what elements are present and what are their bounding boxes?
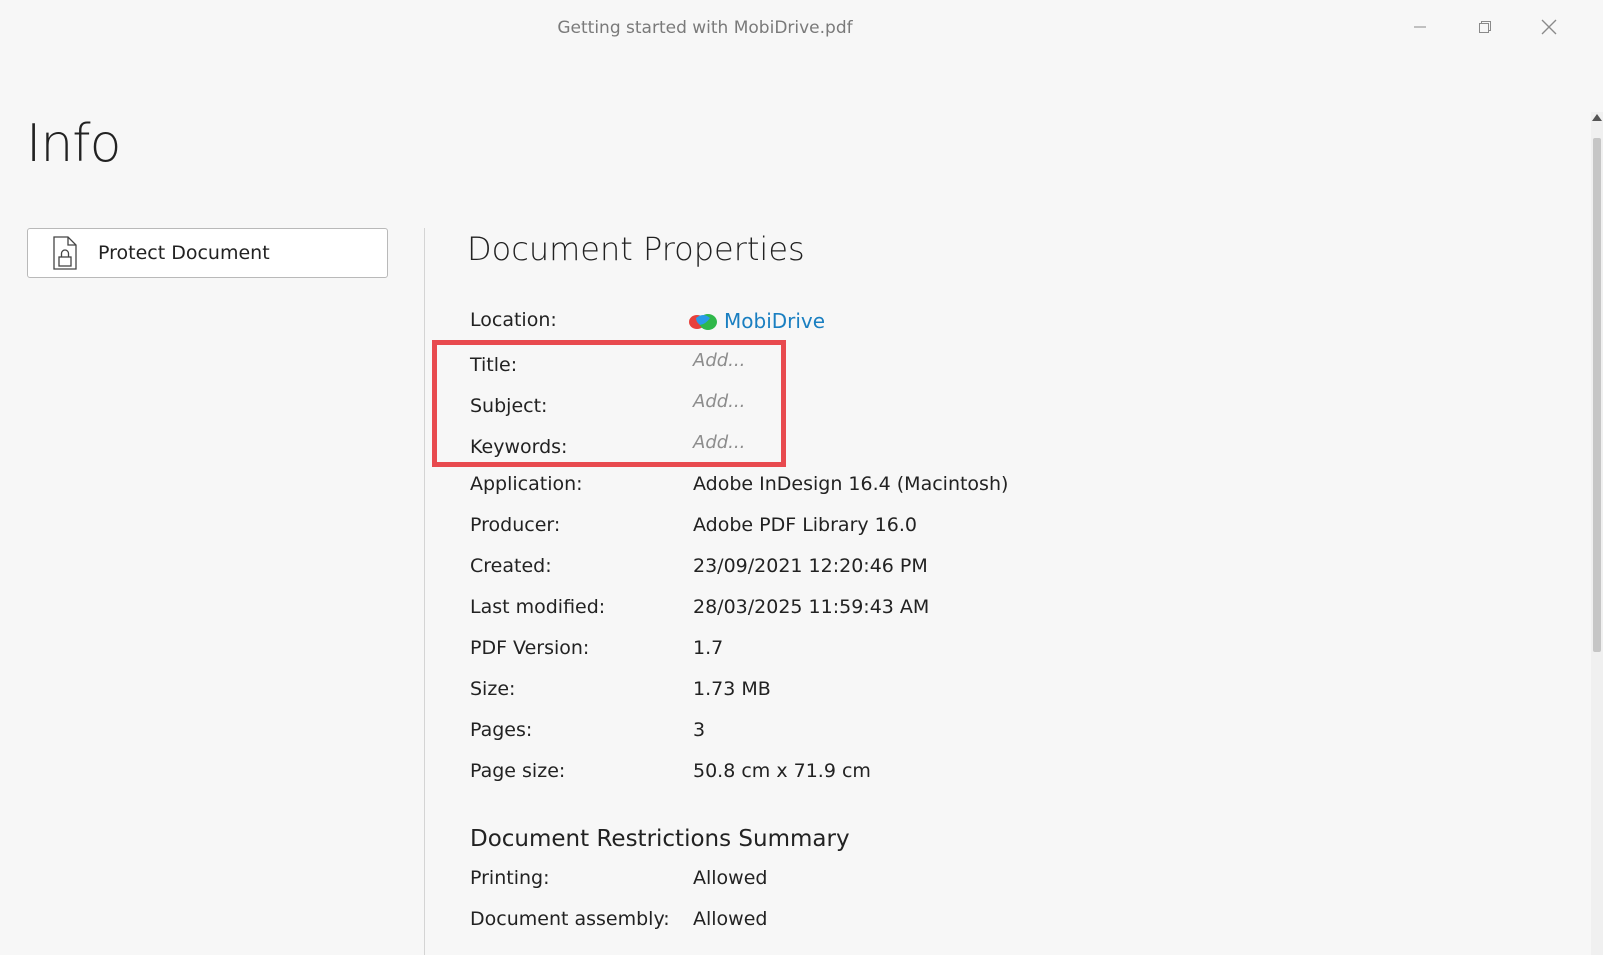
document-properties-heading: Document Properties — [467, 230, 805, 268]
location-value: MobiDrive — [724, 309, 826, 333]
restrictions-heading: Document Restrictions Summary — [470, 826, 850, 852]
minimize-button[interactable] — [1397, 10, 1443, 44]
pages-label: Pages: — [470, 719, 533, 741]
restore-button[interactable] — [1462, 10, 1508, 44]
page-title: Info — [26, 114, 121, 174]
application-value: Adobe InDesign 16.4 (Macintosh) — [693, 473, 1009, 495]
document-assembly-value: Allowed — [693, 908, 768, 930]
scrollbar-thumb[interactable] — [1593, 138, 1601, 652]
minimize-icon — [1414, 26, 1426, 28]
last-modified-value: 28/03/2025 11:59:43 AM — [693, 596, 930, 618]
window-title: Getting started with MobiDrive.pdf — [557, 18, 853, 38]
application-label: Application: — [470, 473, 583, 495]
title-field[interactable]: Add... — [693, 350, 745, 371]
printing-value: Allowed — [693, 867, 768, 889]
keywords-label: Keywords: — [470, 436, 568, 458]
restore-icon — [1479, 21, 1491, 33]
lock-document-icon — [53, 236, 77, 270]
pdf-version-label: PDF Version: — [470, 637, 590, 659]
protect-document-button[interactable]: Protect Document — [27, 228, 388, 278]
subject-field[interactable]: Add... — [693, 391, 745, 412]
created-label: Created: — [470, 555, 552, 577]
size-label: Size: — [470, 678, 516, 700]
document-assembly-label: Document assembly: — [470, 908, 670, 930]
page-size-label: Page size: — [470, 760, 566, 782]
close-button[interactable] — [1526, 10, 1572, 44]
mobidrive-logo-icon — [689, 314, 717, 330]
subject-label: Subject: — [470, 395, 548, 417]
protect-document-label: Protect Document — [98, 242, 270, 264]
last-modified-label: Last modified: — [470, 596, 606, 618]
page-size-value: 50.8 cm x 71.9 cm — [693, 760, 871, 782]
created-value: 23/09/2021 12:20:46 PM — [693, 555, 928, 577]
panel-divider — [424, 228, 425, 955]
producer-value: Adobe PDF Library 16.0 — [693, 514, 917, 536]
title-label: Title: — [470, 354, 518, 376]
close-icon — [1541, 19, 1557, 35]
pdf-version-value: 1.7 — [693, 637, 724, 659]
scroll-up-arrow-icon[interactable] — [1592, 114, 1602, 121]
location-label: Location: — [470, 309, 557, 331]
location-link[interactable]: MobiDrive — [688, 309, 825, 333]
pages-value: 3 — [693, 719, 706, 741]
producer-label: Producer: — [470, 514, 561, 536]
size-value: 1.73 MB — [693, 678, 771, 700]
keywords-field[interactable]: Add... — [693, 432, 745, 453]
printing-label: Printing: — [470, 867, 550, 889]
